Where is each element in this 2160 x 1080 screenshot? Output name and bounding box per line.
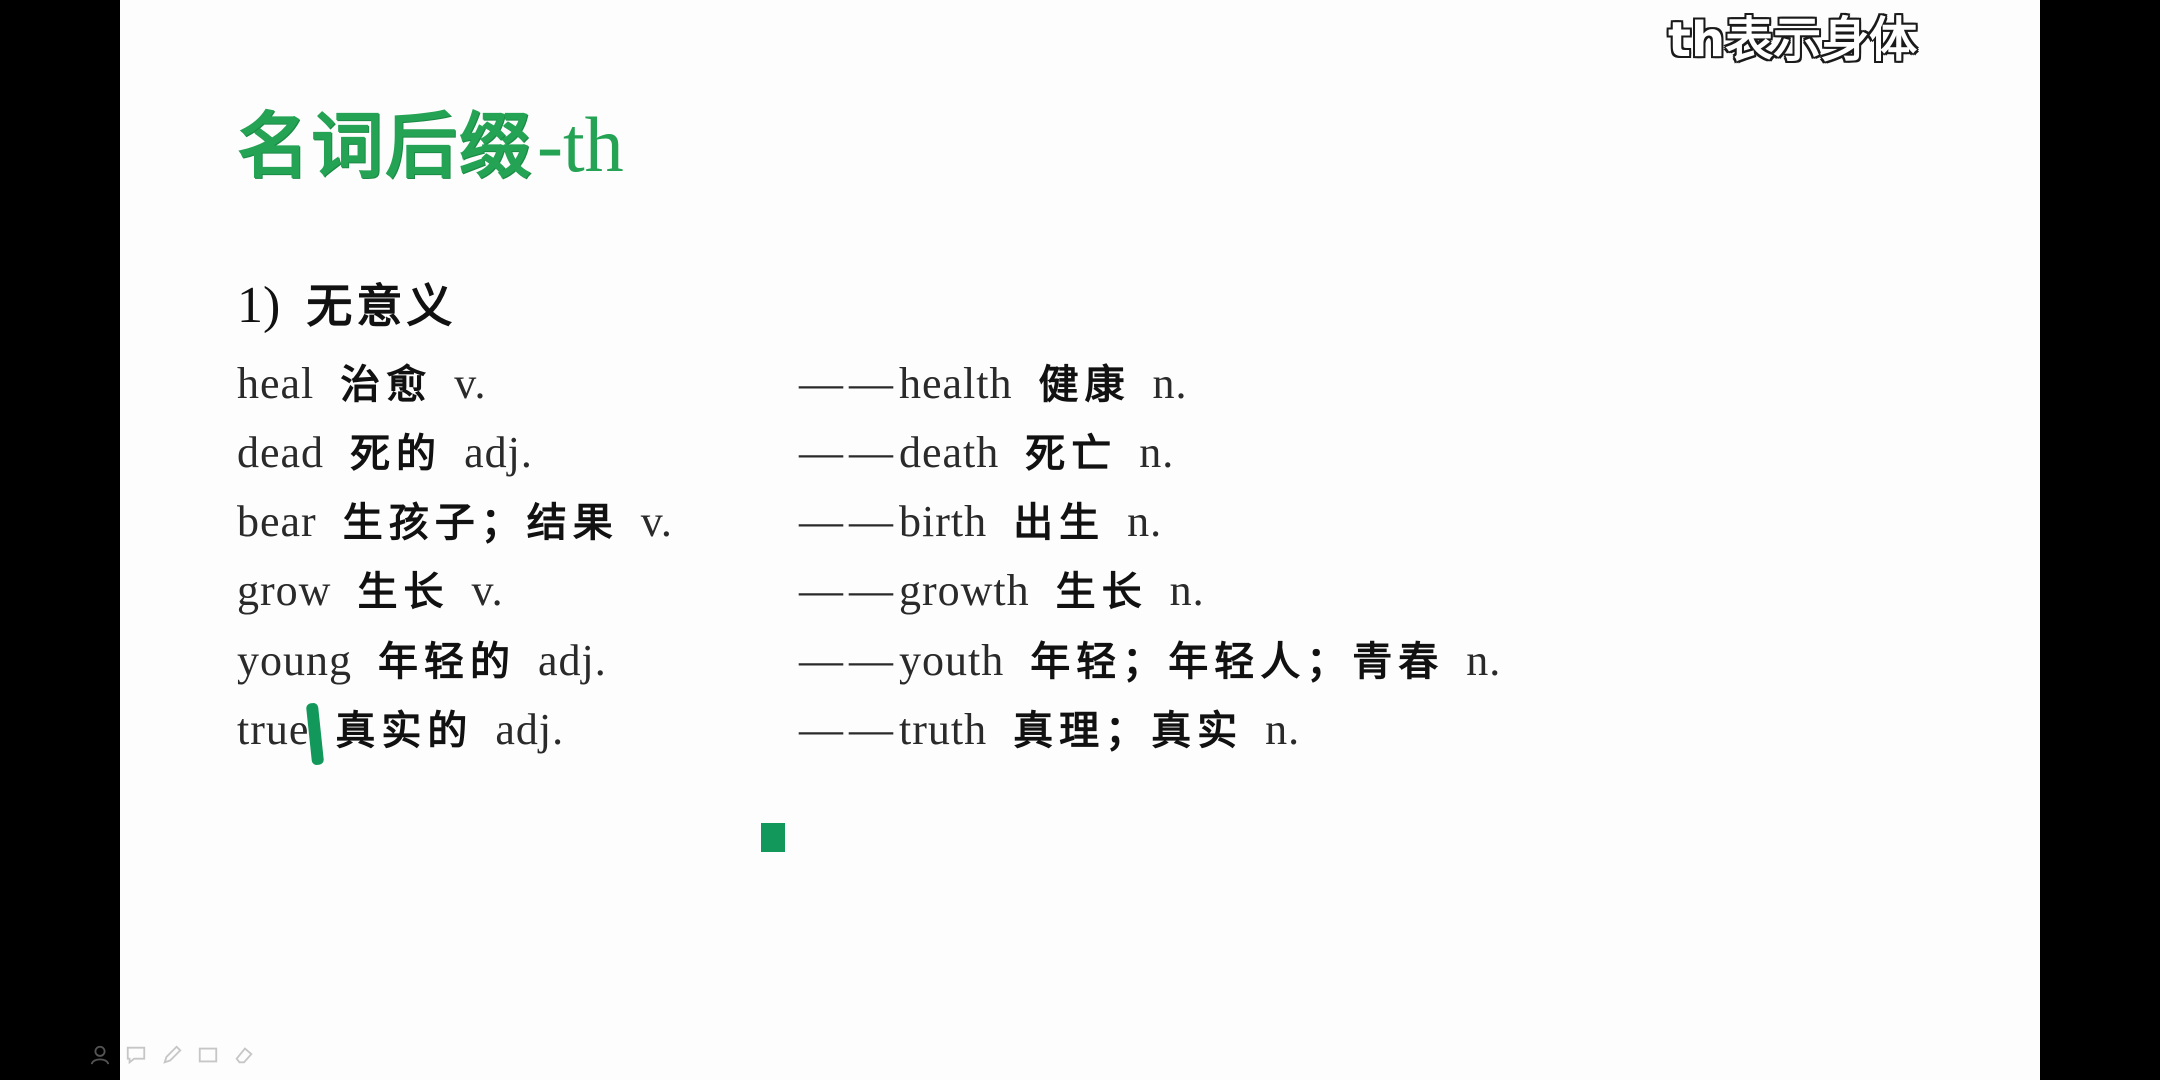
pen-icon[interactable] [160, 1043, 184, 1067]
base-word: heal [237, 359, 315, 408]
slide-title: 名词后缀-th [237, 100, 624, 190]
base-pos: adj. [495, 705, 565, 754]
base-meaning: 年轻的 [378, 639, 516, 685]
annotation-toolbar [88, 1040, 256, 1070]
derived-word: birth [899, 497, 988, 546]
chat-icon[interactable] [124, 1043, 148, 1067]
derivation-dash: —— [799, 636, 899, 685]
derived-word: death [899, 428, 1000, 477]
derived-word: health [899, 359, 1013, 408]
base-pos: adj. [464, 428, 533, 477]
video-player-viewport: 名词后缀-th 1) 无意义 heal 治愈 v. ——health 健康 n. dead… [0, 0, 2160, 1080]
derivation-dash: —— [799, 705, 899, 754]
vocab-row: dead 死的 adj. ——death 死亡 n. [0, 426, 2160, 480]
derived-meaning: 年轻；年轻人；青春 [1030, 639, 1445, 685]
derived-meaning: 真理；真实 [1013, 708, 1244, 754]
base-word-group: true 真实的 adj. [237, 703, 564, 767]
base-word: bear [237, 497, 317, 546]
derived-word: youth [899, 636, 1005, 685]
base-meaning: 治愈 [340, 362, 433, 408]
derivation-dash: —— [799, 497, 899, 546]
derived-pos: n. [1152, 359, 1188, 408]
derived-pos: n. [1265, 705, 1301, 754]
derived-word-group: ——death 死亡 n. [799, 426, 1174, 490]
vocab-row: young 年轻的 adj. ——youth 年轻；年轻人；青春 n. [0, 634, 2160, 688]
base-word-group: bear 生孩子；结果 v. [237, 495, 673, 559]
derived-word-group: ——growth 生长 n. [799, 564, 1205, 628]
derived-pos: n. [1169, 566, 1205, 615]
eraser-icon[interactable] [232, 1043, 256, 1067]
derived-meaning: 死亡 [1025, 431, 1118, 477]
base-pos: v. [640, 497, 673, 546]
derived-pos: n. [1127, 497, 1163, 546]
derived-pos: n. [1466, 636, 1502, 685]
title-suffix: -th [537, 101, 624, 188]
derived-word-group: ——birth 出生 n. [799, 495, 1162, 559]
base-word: true [237, 705, 310, 754]
base-word: grow [237, 566, 332, 615]
derived-pos: n. [1139, 428, 1175, 477]
base-meaning: 真实的 [335, 708, 474, 754]
base-word-group: young 年轻的 adj. [237, 634, 607, 698]
vocab-row: bear 生孩子；结果 v. ——birth 出生 n. [0, 495, 2160, 549]
base-word-group: heal 治愈 v. [237, 357, 486, 421]
base-word-group: grow 生长 v. [237, 564, 504, 628]
derived-word-group: ——truth 真理；真实 n. [799, 703, 1300, 767]
base-pos: adj. [538, 636, 607, 685]
rectangle-icon[interactable] [196, 1043, 220, 1067]
base-pos: v. [471, 566, 504, 615]
base-word: young [237, 636, 352, 685]
video-caption: th表示身体 [1668, 12, 1918, 68]
derivation-dash: —— [799, 359, 899, 408]
pointer-square [761, 823, 785, 852]
vocab-row: true 真实的 adj. ——truth 真理；真实 n. [0, 703, 2160, 757]
derived-word-group: ——health 健康 n. [799, 357, 1188, 421]
vocab-row: heal 治愈 v. ——health 健康 n. [0, 357, 2160, 411]
section-number: 1) [237, 277, 281, 334]
section-heading: 1) 无意义 [237, 276, 456, 336]
derived-meaning: 健康 [1038, 362, 1131, 408]
base-word-group: dead 死的 adj. [237, 426, 533, 490]
section-label: 无意义 [306, 279, 457, 333]
title-main: 名词后缀 [237, 104, 534, 188]
person-icon[interactable] [88, 1043, 112, 1067]
derived-word: truth [899, 705, 988, 754]
base-pos: v. [454, 359, 487, 408]
derived-meaning: 生长 [1055, 569, 1148, 615]
derived-word-group: ——youth 年轻；年轻人；青春 n. [799, 634, 1501, 698]
base-meaning: 死的 [350, 431, 443, 477]
derived-meaning: 出生 [1013, 500, 1106, 546]
base-meaning: 生长 [357, 569, 450, 615]
base-word: dead [237, 428, 325, 477]
base-meaning: 生孩子；结果 [342, 500, 619, 546]
derivation-dash: —— [799, 566, 899, 615]
derivation-dash: —— [799, 428, 899, 477]
vocab-row: grow 生长 v. ——growth 生长 n. [0, 564, 2160, 618]
derived-word: growth [899, 566, 1030, 615]
